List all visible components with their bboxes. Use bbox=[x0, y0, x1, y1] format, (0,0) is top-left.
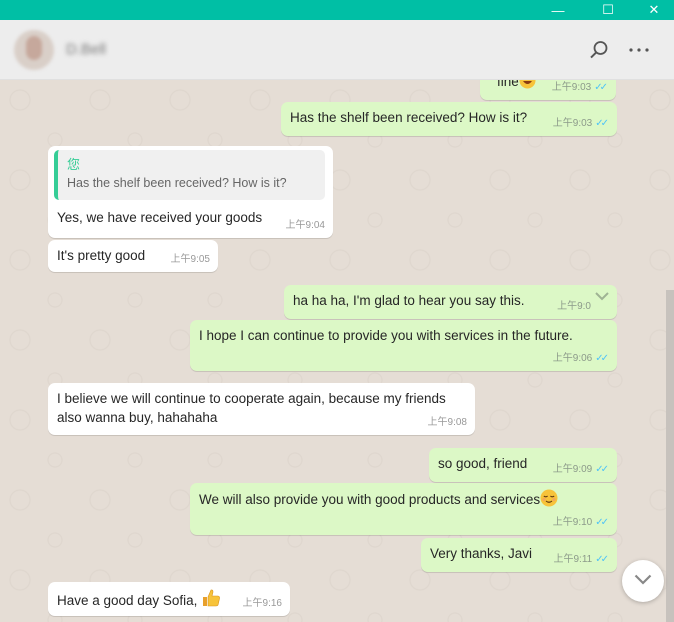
chat-area: fine 上午9:03 ✓✓ Has the shelf been receive… bbox=[0, 80, 674, 622]
contact-name[interactable]: D.Bell bbox=[66, 41, 106, 58]
message-text: I hope I can continue to provide you wit… bbox=[199, 328, 573, 343]
chat-header: D.Bell bbox=[0, 20, 674, 80]
quoted-message[interactable]: 您 Has the shelf been received? How is it… bbox=[54, 150, 325, 200]
message-time: 上午9:09 bbox=[552, 464, 593, 475]
close-button[interactable]: ✕ bbox=[636, 0, 672, 20]
thumbs-up-emoji-icon bbox=[201, 588, 221, 613]
message-outgoing[interactable]: Very thanks, Javi 上午9:11 ✓✓ bbox=[421, 538, 617, 572]
relieved-emoji-icon bbox=[540, 489, 558, 512]
quote-text: Has the shelf been received? How is it? bbox=[67, 176, 287, 190]
maximize-button[interactable]: ☐ bbox=[590, 0, 626, 20]
message-incoming[interactable]: Have a good day Sofia, 上午9:16 bbox=[48, 582, 290, 616]
avatar[interactable] bbox=[14, 30, 54, 70]
menu-icon[interactable] bbox=[626, 37, 652, 63]
message-time: 上午9:08 bbox=[427, 417, 467, 428]
grinning-emoji-icon bbox=[519, 80, 536, 94]
message-time: 上午9:05 bbox=[170, 254, 210, 265]
scroll-to-bottom-button[interactable] bbox=[622, 560, 664, 602]
message-outgoing[interactable]: We will also provide you with good produ… bbox=[190, 483, 617, 535]
message-text: fine bbox=[497, 80, 519, 89]
read-receipt-icon: ✓✓ bbox=[595, 353, 609, 364]
message-incoming[interactable]: It's pretty good 上午9:05 bbox=[48, 240, 218, 272]
read-receipt-icon: ✓✓ bbox=[595, 517, 609, 528]
message-outgoing[interactable]: fine 上午9:03 ✓✓ bbox=[480, 80, 616, 100]
read-receipt-icon: ✓✓ bbox=[595, 464, 609, 475]
message-incoming-reply[interactable]: 您 Has the shelf been received? How is it… bbox=[48, 146, 333, 238]
chevron-down-icon bbox=[634, 572, 652, 590]
title-bar: — ☐ ✕ bbox=[0, 0, 674, 20]
message-text: We will also provide you with good produ… bbox=[199, 492, 541, 507]
search-icon[interactable] bbox=[586, 37, 612, 63]
message-time: 上午9:06 bbox=[552, 353, 593, 364]
message-time: 上午9:03 bbox=[552, 118, 593, 129]
minimize-button[interactable]: — bbox=[540, 0, 576, 20]
message-outgoing[interactable]: I hope I can continue to provide you wit… bbox=[190, 320, 617, 371]
message-incoming[interactable]: I believe we will continue to cooperate … bbox=[48, 383, 475, 435]
read-receipt-icon: ✓✓ bbox=[594, 82, 608, 93]
message-time: 上午9:0 bbox=[557, 301, 591, 312]
read-receipt-icon: ✓✓ bbox=[595, 118, 609, 129]
message-time: 上午9:16 bbox=[242, 598, 282, 609]
chevron-down-icon[interactable] bbox=[595, 289, 609, 308]
read-receipt-icon: ✓✓ bbox=[595, 554, 609, 565]
message-outgoing[interactable]: Has the shelf been received? How is it? … bbox=[281, 102, 617, 136]
message-time: 上午9:03 bbox=[551, 82, 592, 93]
quote-author: 您 bbox=[67, 157, 81, 172]
message-outgoing[interactable]: ha ha ha, I'm glad to hear you say this.… bbox=[284, 285, 617, 319]
message-text-line2: also wanna buy, hahahaha bbox=[57, 410, 218, 425]
message-time: 上午9:04 bbox=[285, 220, 325, 231]
scrollbar[interactable] bbox=[666, 290, 674, 622]
message-outgoing[interactable]: so good, friend 上午9:09 ✓✓ bbox=[429, 448, 617, 482]
message-text: Have a good day Sofia, bbox=[57, 593, 198, 608]
message-time: 上午9:10 bbox=[552, 517, 593, 528]
message-time: 上午9:11 bbox=[553, 554, 593, 565]
message-text: I believe we will continue to cooperate … bbox=[57, 391, 446, 406]
